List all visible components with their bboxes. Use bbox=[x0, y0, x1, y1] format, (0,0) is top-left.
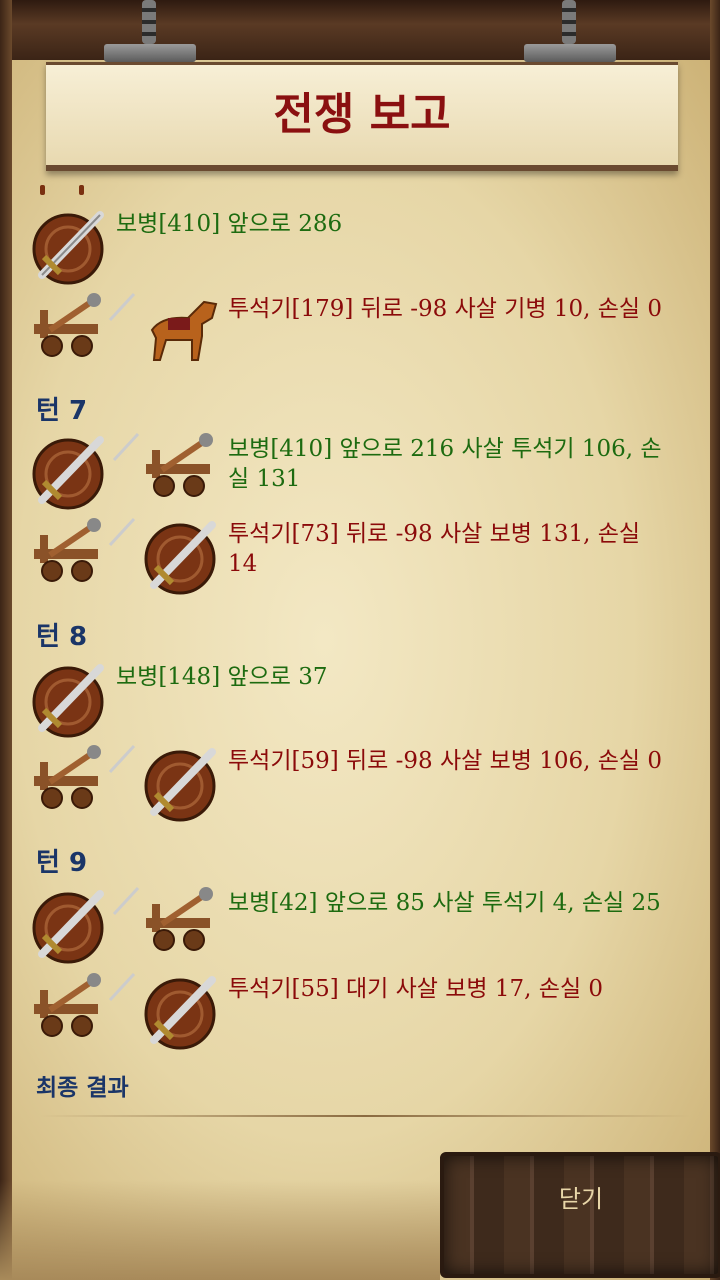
entry-text: 투석기[179] 뒤로 -98 사살 기병 10, 손실 0 bbox=[228, 296, 663, 322]
wood-frame-right bbox=[710, 0, 720, 1280]
entry-text: 보병[148] 앞으로 37 bbox=[116, 664, 328, 690]
bracket-right bbox=[524, 44, 616, 62]
turn-label-7: 턴 7 bbox=[36, 396, 88, 426]
page-title: 전쟁 보고 bbox=[273, 89, 451, 140]
turn-label-8: 턴 8 bbox=[36, 622, 88, 652]
shield-sword-icon bbox=[32, 211, 104, 285]
battle-log-entry: 보병[410] 앞으로 286 bbox=[30, 205, 690, 285]
shield-sword-icon bbox=[32, 886, 140, 964]
battle-log-entry: 보병[148] 앞으로 37 bbox=[30, 658, 690, 738]
battle-log-entry: 투석기[179] 뒤로 -98 사살 기병 10, 손실 0 bbox=[30, 290, 690, 370]
shield-sword-icon bbox=[144, 976, 216, 1050]
bracket-left bbox=[104, 44, 196, 62]
entry-text: 투석기[59] 뒤로 -98 사살 보병 106, 손실 0 bbox=[228, 748, 663, 774]
horse-icon bbox=[150, 300, 218, 361]
shield-sword-icon bbox=[32, 664, 104, 738]
battle-log-entry: 투석기[73] 뒤로 -98 사살 보병 131, 손실 14 bbox=[30, 515, 690, 595]
shield-sword-icon bbox=[144, 521, 216, 595]
tick-mark bbox=[40, 185, 45, 195]
close-button[interactable]: 닫기 bbox=[440, 1152, 720, 1278]
catapult-icon bbox=[34, 744, 136, 809]
parchment-edge bbox=[0, 1180, 440, 1280]
ticks bbox=[40, 180, 118, 199]
shield-sword-icon bbox=[32, 432, 140, 510]
catapult-icon bbox=[146, 887, 213, 951]
entry-text: 보병[410] 앞으로 216 사살 투석기 106, 손실 131 bbox=[228, 436, 662, 492]
battle-log-entry: 투석기[55] 대기 사살 보병 17, 손실 0 bbox=[30, 970, 690, 1050]
entry-text: 투석기[73] 뒤로 -98 사살 보병 131, 손실 14 bbox=[228, 521, 641, 577]
entry-text: 투석기[55] 대기 사살 보병 17, 손실 0 bbox=[228, 976, 604, 1002]
chain-right-icon bbox=[562, 0, 576, 44]
battle-log-entry: 보병[410] 앞으로 216 사살 투석기 106, 손실 131 bbox=[30, 430, 690, 510]
final-result-label: 최종 결과 bbox=[36, 1075, 129, 1101]
catapult-icon bbox=[34, 292, 136, 357]
catapult-icon bbox=[34, 517, 136, 582]
entry-text: 보병[42] 앞으로 85 사살 투석기 4, 손실 25 bbox=[228, 890, 661, 916]
chain-left-icon bbox=[142, 0, 156, 44]
tick-mark bbox=[79, 185, 84, 195]
entry-text: 보병[410] 앞으로 286 bbox=[116, 211, 343, 237]
close-button-label: 닫기 bbox=[558, 1185, 604, 1213]
catapult-icon bbox=[146, 433, 213, 497]
divider bbox=[40, 1115, 690, 1117]
battle-log-entry: 보병[42] 앞으로 85 사살 투석기 4, 손실 25 bbox=[30, 884, 690, 964]
shield-sword-icon bbox=[144, 748, 216, 822]
battle-log-entry: 투석기[59] 뒤로 -98 사살 보병 106, 손실 0 bbox=[30, 742, 690, 822]
title-banner: 전쟁 보고 bbox=[46, 62, 678, 171]
wood-frame-left bbox=[0, 0, 12, 1280]
catapult-icon bbox=[34, 972, 136, 1037]
turn-label-9: 턴 9 bbox=[36, 848, 88, 878]
